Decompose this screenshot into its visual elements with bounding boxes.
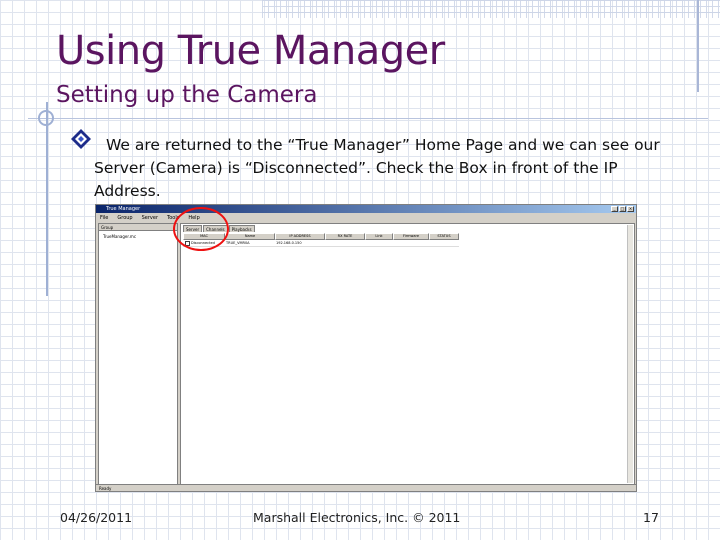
minimize-button[interactable]: _ bbox=[611, 206, 618, 212]
menu-server[interactable]: Server bbox=[142, 215, 158, 221]
menu-file[interactable]: File bbox=[100, 215, 108, 221]
server-panel: Server Channels Playbacks MAC Name IP AD… bbox=[180, 223, 635, 485]
close-button[interactable]: × bbox=[627, 206, 634, 212]
row-ip: 192.168.0.150 bbox=[276, 241, 302, 245]
decorative-horizontal-rule bbox=[28, 118, 708, 119]
diamond-bullet-icon bbox=[71, 129, 91, 149]
decorative-right-bar bbox=[697, 0, 699, 92]
status-bar: Ready bbox=[96, 484, 636, 491]
slide-title: Using True Manager bbox=[56, 28, 445, 74]
bullet-text: We are returned to the “True Manager” Ho… bbox=[94, 136, 660, 200]
footer-copyright: Marshall Electronics, Inc. © 2011 bbox=[253, 510, 461, 525]
tab-playbacks[interactable]: Playbacks bbox=[228, 225, 255, 232]
column-status[interactable]: STATUS bbox=[429, 233, 459, 240]
decorative-vertical-rule bbox=[46, 102, 48, 296]
column-link[interactable]: Link bbox=[365, 233, 393, 240]
window-titlebar: True Manager _ □ × bbox=[96, 205, 636, 213]
page-number: 17 bbox=[643, 510, 659, 525]
window-title: True Manager bbox=[106, 206, 141, 212]
group-panel-header: Group bbox=[99, 224, 177, 231]
window-controls: _ □ × bbox=[611, 206, 634, 212]
group-tree-item[interactable]: TrueManager.mc bbox=[99, 231, 177, 239]
row-status bbox=[429, 240, 459, 246]
highlight-circle bbox=[173, 207, 229, 251]
maximize-button[interactable]: □ bbox=[619, 206, 626, 212]
column-firmware[interactable]: Firmware bbox=[393, 233, 429, 240]
decorative-top-band bbox=[262, 0, 720, 18]
group-panel: Group TrueManager.mc bbox=[98, 223, 178, 485]
vertical-scrollbar[interactable] bbox=[627, 225, 633, 483]
menu-group[interactable]: Group bbox=[117, 215, 132, 221]
column-name[interactable]: Name bbox=[225, 233, 275, 240]
slide-subtitle: Setting up the Camera bbox=[56, 82, 318, 108]
row-name: TRUE_VMR0A bbox=[226, 241, 250, 245]
crosshair-circle-icon bbox=[38, 110, 54, 126]
footer-date: 04/26/2011 bbox=[60, 510, 133, 525]
column-ip-address[interactable]: IP ADDRESS bbox=[275, 233, 325, 240]
row-link bbox=[365, 240, 393, 246]
column-rx-rate[interactable]: RX RATE bbox=[325, 233, 365, 240]
row-firmware bbox=[393, 240, 429, 246]
row-rx bbox=[325, 240, 365, 246]
true-manager-screenshot: True Manager _ □ × File Group Server Too… bbox=[95, 204, 637, 492]
